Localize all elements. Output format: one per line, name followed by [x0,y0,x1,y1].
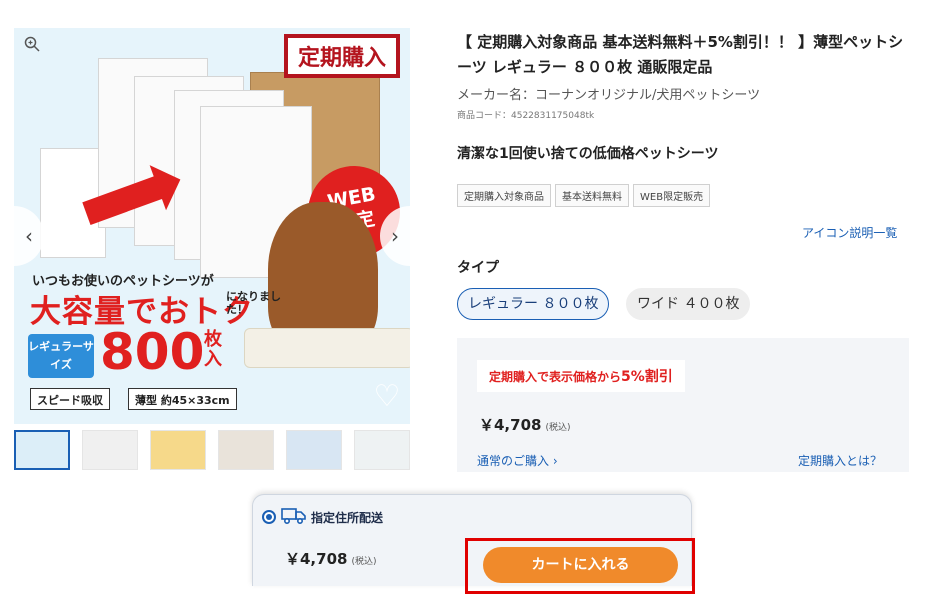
normal-purchase-link[interactable]: 通常のご購入 › [477,452,558,469]
count-unit: 枚入 [204,329,222,370]
count-number: 800 [100,323,205,381]
shipping-radio[interactable] [262,510,276,524]
thumbnail-2[interactable] [82,430,138,470]
thumbnail-1[interactable] [14,430,70,470]
option-regular-800[interactable]: レギュラー ８００枚 [457,288,610,320]
product-catchphrase: 清潔な1回使い捨ての低価格ペットシーツ [457,146,719,162]
pet-tray [244,328,410,368]
truck-icon [281,508,306,525]
cart-price: ￥4,708 (税込) [285,548,376,569]
size-badge: レギュラーサイズ [28,334,94,378]
tax-note: (税込) [545,423,571,433]
image-headline-note: になりました！ [226,290,281,316]
product-tags: 定期購入対象商品 基本送料無料 WEB限定販売 [457,184,711,207]
feature-chip-thin: 薄型 約45×33cm [128,388,237,410]
price-panel: 定期購入で表示価格から5%割引 ￥4,708 (税込) 通常のご購入 › 定期購入… [457,338,909,472]
subscription-discount-note: 定期購入で表示価格から5%割引 [477,360,685,392]
magnifier-icon[interactable] [22,36,42,56]
product-main-image[interactable]: WEB 限定 定期購入 いつもお使いのペットシーツが 大容量でおトク になりまし… [14,28,410,424]
subscription-info-link[interactable]: 定期購入とは？ [798,452,882,469]
tag-free-shipping: 基本送料無料 [555,184,629,207]
cart-price-value: ￥4,708 [285,550,348,568]
thumbnail-strip [14,430,410,474]
add-to-cart-button[interactable]: カートに入れる [483,547,678,583]
thumbnail-4[interactable] [218,430,274,470]
option-wide-400[interactable]: ワイド ４００枚 [626,288,751,320]
product-title: 【 定期購入対象商品 基本送料無料＋5%割引！！ 】薄型ペットシーツ レギュラー… [457,33,904,76]
favorite-heart-icon[interactable]: ♡ [370,380,404,414]
tag-web-limited: WEB限定販売 [633,184,711,207]
type-label: タイプ [457,260,499,276]
discount-text: 定期購入で表示価格から [489,370,622,384]
thumbnail-3[interactable] [150,430,206,470]
feature-chip-speed: スピード吸収 [30,388,110,410]
thumbnail-5[interactable] [286,430,342,470]
subscription-stamp: 定期購入 [283,34,400,78]
shipping-label: 指定住所配送 [311,511,384,525]
price: ￥4,708 (税込) [479,414,570,435]
tag-subscription: 定期購入対象商品 [457,184,551,207]
price-value: ￥4,708 [479,416,542,434]
product-maker: メーカー名：コーナンオリジナル/犬用ペットシーツ [457,88,761,103]
icon-description-link[interactable]: アイコン説明一覧 [802,224,897,241]
thumbnail-6[interactable] [354,430,410,470]
discount-percent: 5%割引 [621,369,673,385]
product-code: 商品コード：4522831175048tk [457,111,595,121]
cart-tax-note: (税込) [351,557,377,567]
